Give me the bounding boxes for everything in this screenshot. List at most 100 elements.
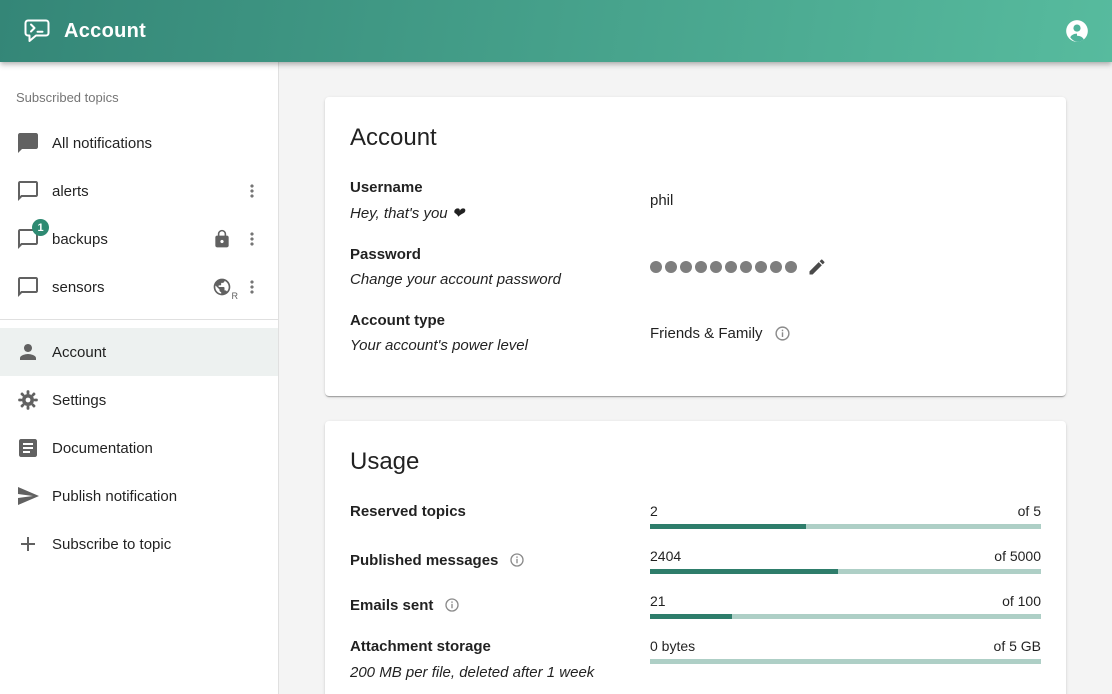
field-subtitle: Hey, that's you ❤	[350, 204, 650, 222]
usage-label-text: Emails sent	[350, 597, 433, 614]
progress-bar	[650, 524, 1041, 529]
sidebar-item-backups[interactable]: 1backups	[0, 215, 278, 263]
sidebar: Subscribed topics All notificationsalert…	[0, 62, 279, 694]
usage-limit-value: of 5 GB	[994, 638, 1041, 654]
sidebar-item-label: Settings	[52, 392, 264, 409]
password-dot	[725, 261, 737, 273]
more-vert-icon[interactable]	[240, 227, 264, 251]
usage-label: Attachment storage	[350, 638, 650, 655]
usage-limit-value: of 5	[1018, 503, 1041, 519]
gear-icon	[16, 388, 40, 412]
app-header: Account	[0, 0, 1112, 62]
sidebar-item-all-notifications[interactable]: All notifications	[0, 119, 278, 167]
notification-count-badge: 1	[32, 219, 49, 236]
account-circle-icon[interactable]	[1064, 18, 1090, 44]
usage-meter: 2 of 5	[650, 503, 1041, 529]
more-vert-icon[interactable]	[240, 179, 264, 203]
field-value-text: Friends & Family	[650, 325, 763, 342]
account-card-title: Account	[350, 124, 1041, 152]
usage-subtitle: 200 MB per file, deleted after 1 week	[350, 664, 650, 681]
password-dot	[680, 261, 692, 273]
usage-meters: Reserved topics 2 of 5 Published messages 24…	[350, 503, 1041, 681]
password-dot	[650, 261, 662, 273]
progress-fill	[650, 614, 732, 619]
sidebar-item-label: Publish notification	[52, 488, 264, 505]
reserved-globe-icon: R	[210, 275, 234, 299]
progress-bar	[650, 569, 1041, 574]
password-dot	[755, 261, 767, 273]
field-value	[650, 255, 1041, 279]
sidebar-item-subscribe-to-topic[interactable]: Subscribe to topic	[0, 520, 278, 568]
password-dot	[740, 261, 752, 273]
chat-outline-icon: 1	[16, 227, 40, 251]
usage-current-value: 2	[650, 503, 658, 519]
sidebar-item-label: Subscribe to topic	[52, 536, 264, 553]
sidebar-item-alerts[interactable]: alerts	[0, 167, 278, 215]
chat-outline-icon	[16, 275, 40, 299]
page-title: Account	[64, 20, 146, 43]
sidebar-item-label: All notifications	[52, 135, 264, 152]
usage-meter: 21 of 100	[650, 593, 1041, 619]
password-dot	[785, 261, 797, 273]
account-field-row-username: Username Hey, that's you ❤phil	[350, 179, 1041, 222]
progress-bar	[650, 614, 1041, 619]
sidebar-item-account[interactable]: Account	[0, 328, 278, 376]
sidebar-divider	[0, 319, 278, 320]
info-icon[interactable]	[505, 548, 529, 572]
usage-limit-value: of 100	[1002, 593, 1041, 609]
usage-card-title: Usage	[350, 448, 1041, 476]
usage-limit-value: of 5000	[994, 548, 1041, 564]
usage-label: Emails sent	[350, 593, 650, 617]
send-icon	[16, 484, 40, 508]
usage-current-value: 21	[650, 593, 666, 609]
usage-meter: 0 bytes of 5 GB	[650, 638, 1041, 664]
field-subtitle: Change your account password	[350, 271, 650, 288]
field-label: Username	[350, 179, 650, 196]
progress-bar	[650, 659, 1041, 664]
person-icon	[16, 340, 40, 364]
topic-list: All notificationsalerts1backupssensorsR	[0, 119, 278, 311]
sidebar-item-settings[interactable]: Settings	[0, 376, 278, 424]
edit-icon[interactable]	[805, 255, 829, 279]
usage-label-text: Reserved topics	[350, 503, 466, 520]
progress-fill	[650, 569, 838, 574]
field-label: Account type	[350, 312, 650, 329]
sidebar-item-label: Account	[52, 344, 264, 361]
usage-row-published-messages: Published messages 2404 of 5000	[350, 548, 1041, 574]
usage-label-text: Attachment storage	[350, 638, 491, 655]
sidebar-item-label: Documentation	[52, 440, 264, 457]
usage-label-text: Published messages	[350, 552, 498, 569]
password-dot	[770, 261, 782, 273]
progress-fill	[650, 524, 806, 529]
usage-current-value: 0 bytes	[650, 638, 695, 654]
info-icon[interactable]	[771, 321, 795, 345]
account-field-row-account-type: Account typeYour account's power levelFr…	[350, 312, 1041, 354]
sidebar-item-publish-notification[interactable]: Publish notification	[0, 472, 278, 520]
usage-row-attachment-storage: Attachment storage 200 MB per file, delet…	[350, 638, 1041, 681]
ntfy-logo-icon	[23, 17, 51, 45]
nav-list: Account Settings Documentation Publish not…	[0, 328, 278, 568]
usage-label: Published messages	[350, 548, 650, 572]
password-dot	[710, 261, 722, 273]
article-icon	[16, 436, 40, 460]
password-dot	[695, 261, 707, 273]
field-label: Password	[350, 246, 650, 263]
page-layout: Subscribed topics All notificationsalert…	[0, 62, 1112, 694]
usage-current-value: 2404	[650, 548, 681, 564]
password-dot	[665, 261, 677, 273]
info-icon[interactable]	[440, 593, 464, 617]
sidebar-item-sensors[interactable]: sensorsR	[0, 263, 278, 311]
chat-outline-icon	[16, 179, 40, 203]
sidebar-item-label: sensors	[52, 279, 210, 296]
usage-card: Usage Reserved topics 2 of 5 Published mess…	[325, 421, 1066, 694]
password-dots	[650, 261, 797, 273]
more-vert-icon[interactable]	[240, 275, 264, 299]
field-value: phil	[650, 192, 1041, 209]
main-content[interactable]: Account Username Hey, that's you ❤phil Pas…	[279, 62, 1112, 694]
sidebar-item-documentation[interactable]: Documentation	[0, 424, 278, 472]
lock-icon	[210, 227, 234, 251]
sidebar-item-label: alerts	[52, 183, 240, 200]
usage-row-reserved-topics: Reserved topics 2 of 5	[350, 503, 1041, 529]
usage-label: Reserved topics	[350, 503, 650, 520]
account-card: Account Username Hey, that's you ❤phil Pas…	[325, 97, 1066, 396]
